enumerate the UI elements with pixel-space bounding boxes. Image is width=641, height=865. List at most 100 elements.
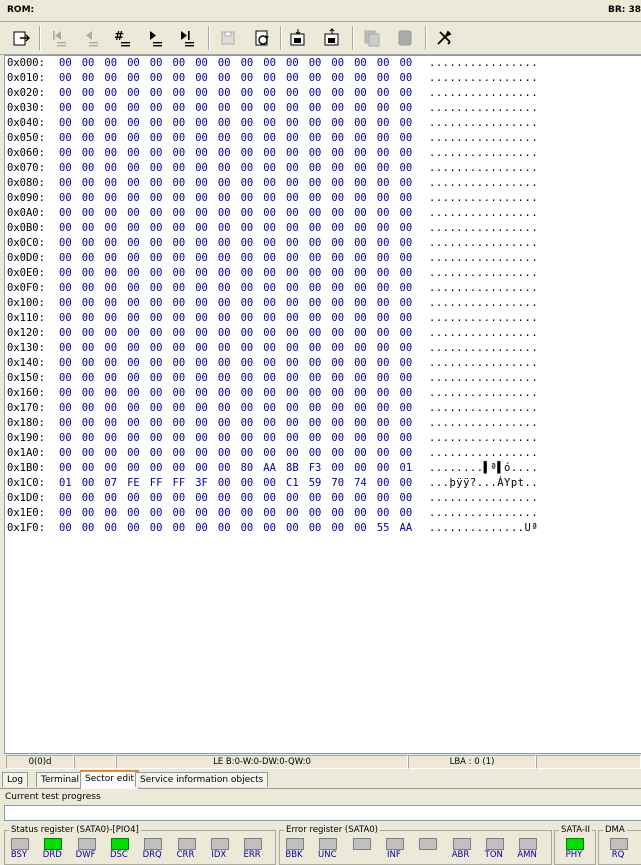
hex-byte[interactable]: 00 (241, 386, 254, 401)
hex-byte[interactable]: 00 (127, 161, 140, 176)
hex-byte[interactable]: 00 (286, 206, 299, 221)
hex-byte[interactable]: 00 (309, 206, 322, 221)
hex-byte[interactable]: 00 (82, 281, 95, 296)
hex-row-ascii[interactable]: ................ (429, 446, 538, 461)
hex-byte[interactable]: 00 (286, 56, 299, 71)
hex-byte[interactable]: 00 (263, 146, 276, 161)
hex-byte[interactable]: 00 (59, 296, 72, 311)
hex-byte[interactable]: 00 (377, 266, 390, 281)
hex-byte[interactable]: 00 (377, 71, 390, 86)
hex-row[interactable]: 0x0D0: 00 00 00 00 00 00 00 00 00 00 00 00 00 00 00 00..… (5, 251, 641, 266)
hex-byte[interactable]: 00 (195, 401, 208, 416)
hex-row-ascii[interactable]: ................ (429, 86, 538, 101)
hex-byte[interactable]: 00 (104, 446, 117, 461)
hex-byte[interactable]: 59 (309, 476, 322, 491)
hex-byte[interactable]: 00 (173, 161, 186, 176)
hex-byte[interactable]: 00 (309, 251, 322, 266)
hex-byte[interactable]: 00 (127, 416, 140, 431)
hex-byte[interactable]: 00 (195, 371, 208, 386)
hex-byte[interactable]: 00 (127, 221, 140, 236)
hex-byte[interactable]: 00 (377, 386, 390, 401)
hex-byte[interactable]: 00 (218, 356, 231, 371)
hex-byte[interactable]: 00 (331, 341, 344, 356)
hex-byte[interactable]: 00 (82, 476, 95, 491)
hex-byte[interactable]: 00 (309, 401, 322, 416)
hex-byte[interactable]: 00 (241, 221, 254, 236)
hex-byte[interactable]: 00 (263, 296, 276, 311)
hex-byte[interactable]: 00 (59, 131, 72, 146)
hex-byte[interactable]: 00 (286, 146, 299, 161)
hex-byte[interactable]: FE (127, 476, 140, 491)
hex-byte[interactable]: 00 (400, 296, 413, 311)
hex-byte[interactable]: 00 (195, 356, 208, 371)
hex-row[interactable]: 0x1C0: 01 00 07 FE FF FF 3F 00 00 00 C1 59 70 74 00 00..… (5, 476, 641, 491)
hex-byte[interactable]: 00 (354, 86, 367, 101)
hex-row[interactable]: 0x1A0: 00 00 00 00 00 00 00 00 00 00 00 00 00 00 00 00..… (5, 446, 641, 461)
hex-byte[interactable]: 00 (309, 131, 322, 146)
hex-byte[interactable]: 00 (150, 161, 163, 176)
hex-byte[interactable]: 00 (173, 491, 186, 506)
hex-byte[interactable]: 00 (377, 401, 390, 416)
paste-button[interactable] (393, 26, 417, 50)
hex-byte[interactable]: 00 (354, 146, 367, 161)
hex-byte[interactable]: 00 (104, 206, 117, 221)
hex-byte[interactable]: 00 (309, 281, 322, 296)
hex-row[interactable]: 0x170: 00 00 00 00 00 00 00 00 00 00 00 00 00 00 00 00..… (5, 401, 641, 416)
hex-byte[interactable]: 00 (286, 341, 299, 356)
hex-byte[interactable]: 00 (286, 251, 299, 266)
hex-byte[interactable]: 00 (331, 71, 344, 86)
hex-row[interactable]: 0x050: 00 00 00 00 00 00 00 00 00 00 00 00 00 00 00 00..… (5, 131, 641, 146)
hex-byte[interactable]: 00 (173, 86, 186, 101)
hex-byte[interactable]: 3F (195, 476, 208, 491)
hex-byte[interactable]: 00 (286, 326, 299, 341)
hex-byte[interactable]: 00 (263, 116, 276, 131)
hex-byte[interactable]: 00 (309, 341, 322, 356)
hex-byte[interactable]: 00 (218, 371, 231, 386)
hex-byte[interactable]: 00 (354, 416, 367, 431)
hex-byte[interactable]: 00 (150, 506, 163, 521)
hex-byte[interactable]: AA (400, 521, 413, 536)
hex-byte[interactable]: 00 (331, 386, 344, 401)
hex-byte[interactable]: 00 (354, 386, 367, 401)
hex-byte[interactable]: 00 (127, 521, 140, 536)
hex-byte[interactable]: 00 (400, 446, 413, 461)
hex-byte[interactable]: 00 (59, 206, 72, 221)
hex-byte[interactable]: 00 (218, 461, 231, 476)
hex-byte[interactable]: 00 (150, 356, 163, 371)
hex-byte[interactable]: 00 (195, 101, 208, 116)
hex-byte[interactable]: 00 (173, 446, 186, 461)
hex-row-ascii[interactable]: ................ (429, 266, 538, 281)
hex-byte[interactable]: 00 (241, 116, 254, 131)
tools-button[interactable] (432, 26, 456, 50)
hex-byte[interactable]: 00 (309, 221, 322, 236)
export-button[interactable] (9, 26, 33, 50)
hex-row-ascii[interactable]: ................ (429, 71, 538, 86)
hex-row-ascii[interactable]: ...þÿÿ?...ÁYpt.. (429, 476, 538, 491)
hex-byte[interactable]: 00 (195, 446, 208, 461)
hex-row-ascii[interactable]: ................ (429, 371, 538, 386)
hex-byte[interactable]: 00 (195, 461, 208, 476)
hex-byte[interactable]: 00 (59, 416, 72, 431)
hex-byte[interactable]: 00 (218, 236, 231, 251)
hex-byte[interactable]: 00 (127, 131, 140, 146)
hex-byte[interactable]: 00 (377, 431, 390, 446)
hex-byte[interactable]: 00 (173, 416, 186, 431)
hex-byte[interactable]: 00 (241, 146, 254, 161)
hex-byte[interactable]: 00 (104, 236, 117, 251)
hex-byte[interactable]: 00 (150, 326, 163, 341)
hex-byte[interactable]: 00 (263, 281, 276, 296)
hex-row-ascii[interactable]: ................ (429, 131, 538, 146)
hex-byte[interactable]: 80 (241, 461, 254, 476)
hex-byte[interactable]: 00 (354, 206, 367, 221)
hex-row-ascii[interactable]: ................ (429, 311, 538, 326)
hex-byte[interactable]: 00 (263, 386, 276, 401)
hex-row[interactable]: 0x190: 00 00 00 00 00 00 00 00 00 00 00 00 00 00 00 00..… (5, 431, 641, 446)
hex-byte[interactable]: 00 (59, 341, 72, 356)
hex-byte[interactable]: 00 (331, 431, 344, 446)
hex-byte[interactable]: 00 (173, 401, 186, 416)
hex-byte[interactable]: 00 (195, 491, 208, 506)
hex-byte[interactable]: 00 (127, 401, 140, 416)
hex-byte[interactable]: 00 (150, 266, 163, 281)
hex-byte[interactable]: 00 (59, 221, 72, 236)
hex-byte[interactable]: 00 (82, 506, 95, 521)
